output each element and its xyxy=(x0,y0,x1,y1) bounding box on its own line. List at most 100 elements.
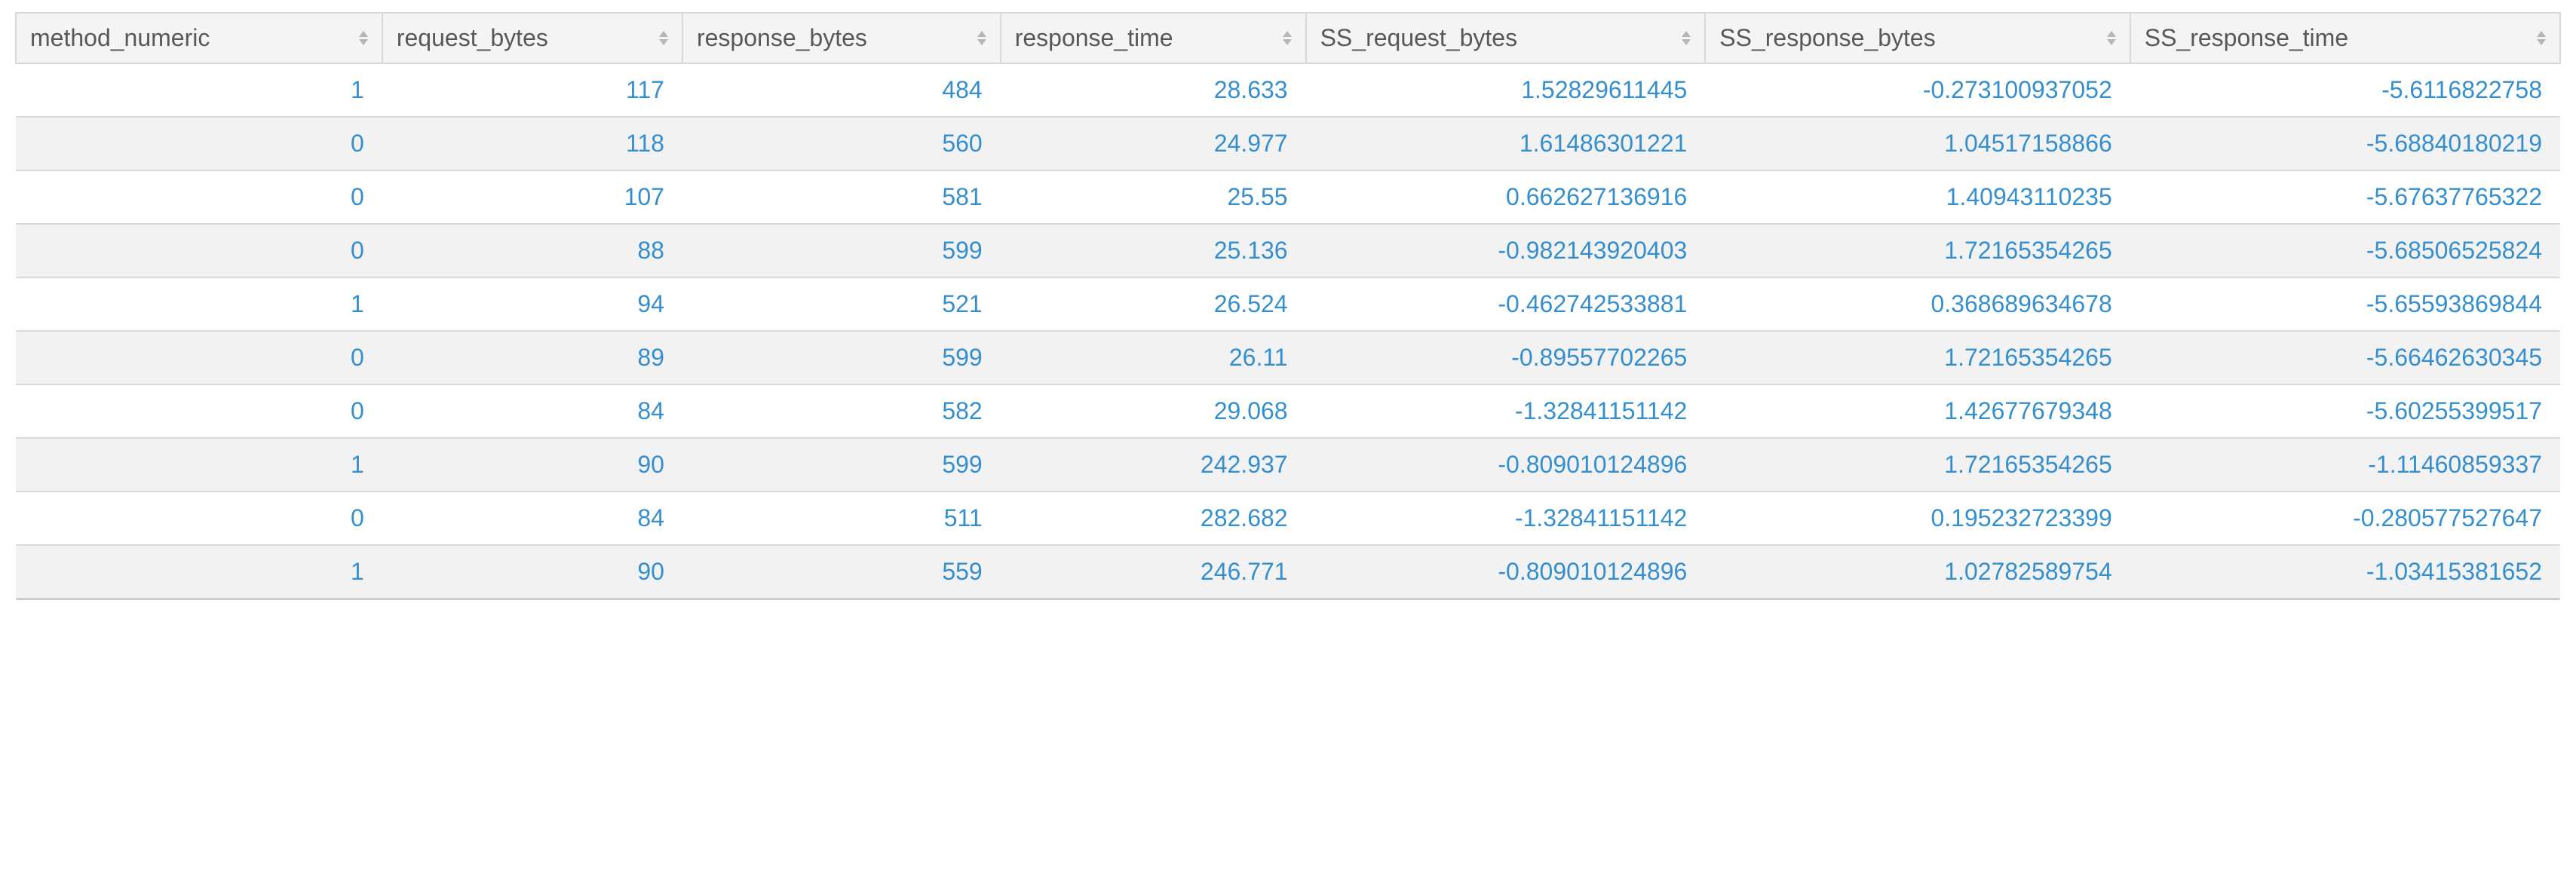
cell-response_bytes: 511 xyxy=(682,492,1001,545)
cell-response_time: 28.633 xyxy=(1001,63,1306,117)
cell-SS_response_bytes: 0.195232723399 xyxy=(1705,492,2130,545)
cell-request_bytes: 88 xyxy=(382,224,682,277)
cell-method_numeric: 0 xyxy=(16,331,382,384)
table-row: 190559246.771-0.8090101248961.0278258975… xyxy=(16,545,2560,599)
cell-response_time: 242.937 xyxy=(1001,438,1306,492)
cell-response_bytes: 581 xyxy=(682,170,1001,224)
column-header-label: SS_response_bytes xyxy=(1719,24,1935,52)
cell-SS_response_bytes: 1.42677679348 xyxy=(1705,384,2130,438)
cell-SS_response_time: -5.65593869844 xyxy=(2130,277,2560,331)
cell-request_bytes: 118 xyxy=(382,117,682,170)
cell-SS_request_bytes: -0.982143920403 xyxy=(1306,224,1706,277)
sort-icon xyxy=(2107,31,2116,45)
cell-request_bytes: 84 xyxy=(382,492,682,545)
cell-response_bytes: 484 xyxy=(682,63,1001,117)
sort-icon xyxy=(2537,31,2546,45)
cell-method_numeric: 0 xyxy=(16,117,382,170)
cell-SS_response_time: -1.03415381652 xyxy=(2130,545,2560,599)
cell-request_bytes: 89 xyxy=(382,331,682,384)
cell-SS_response_bytes: 1.04517158866 xyxy=(1705,117,2130,170)
cell-response_bytes: 521 xyxy=(682,277,1001,331)
cell-SS_response_bytes: 1.72165354265 xyxy=(1705,331,2130,384)
cell-method_numeric: 0 xyxy=(16,170,382,224)
cell-response_time: 25.136 xyxy=(1001,224,1306,277)
cell-response_bytes: 599 xyxy=(682,224,1001,277)
cell-SS_response_time: -5.68506525824 xyxy=(2130,224,2560,277)
cell-SS_response_bytes: 0.368689634678 xyxy=(1705,277,2130,331)
table-row: 084511282.682-1.328411511420.19523272339… xyxy=(16,492,2560,545)
cell-request_bytes: 90 xyxy=(382,438,682,492)
cell-SS_response_time: -5.6116822758 xyxy=(2130,63,2560,117)
table-body: 111748428.6331.52829611445-0.27310093705… xyxy=(16,63,2560,599)
column-header-SS_request_bytes[interactable]: SS_request_bytes xyxy=(1306,13,1706,63)
cell-request_bytes: 90 xyxy=(382,545,682,599)
cell-response_time: 246.771 xyxy=(1001,545,1306,599)
cell-method_numeric: 0 xyxy=(16,384,382,438)
cell-SS_request_bytes: 0.662627136916 xyxy=(1306,170,1706,224)
cell-SS_request_bytes: -0.809010124896 xyxy=(1306,545,1706,599)
column-header-label: response_time xyxy=(1015,24,1173,52)
cell-response_time: 29.068 xyxy=(1001,384,1306,438)
cell-SS_response_bytes: 1.02782589754 xyxy=(1705,545,2130,599)
sort-icon xyxy=(1682,31,1691,45)
cell-response_time: 26.11 xyxy=(1001,331,1306,384)
cell-SS_response_time: -5.60255399517 xyxy=(2130,384,2560,438)
cell-SS_request_bytes: 1.61486301221 xyxy=(1306,117,1706,170)
column-header-label: request_bytes xyxy=(397,24,548,52)
cell-method_numeric: 1 xyxy=(16,438,382,492)
column-header-SS_response_time[interactable]: SS_response_time xyxy=(2130,13,2560,63)
cell-request_bytes: 107 xyxy=(382,170,682,224)
cell-method_numeric: 1 xyxy=(16,545,382,599)
column-header-request_bytes[interactable]: request_bytes xyxy=(382,13,682,63)
cell-method_numeric: 1 xyxy=(16,63,382,117)
sort-icon xyxy=(977,31,986,45)
sort-icon xyxy=(659,31,668,45)
cell-request_bytes: 94 xyxy=(382,277,682,331)
column-header-SS_response_bytes[interactable]: SS_response_bytes xyxy=(1705,13,2130,63)
cell-method_numeric: 0 xyxy=(16,492,382,545)
cell-SS_response_bytes: -0.273100937052 xyxy=(1705,63,2130,117)
cell-response_time: 26.524 xyxy=(1001,277,1306,331)
cell-SS_response_time: -5.68840180219 xyxy=(2130,117,2560,170)
table-row: 010758125.550.6626271369161.40943110235-… xyxy=(16,170,2560,224)
sort-icon xyxy=(359,31,368,45)
cell-response_bytes: 599 xyxy=(682,438,1001,492)
cell-SS_response_time: -5.66462630345 xyxy=(2130,331,2560,384)
cell-response_bytes: 560 xyxy=(682,117,1001,170)
cell-SS_response_time: -5.67637765322 xyxy=(2130,170,2560,224)
data-table: method_numeric request_bytes response_byte… xyxy=(15,12,2561,600)
cell-SS_response_bytes: 1.40943110235 xyxy=(1705,170,2130,224)
column-header-method_numeric[interactable]: method_numeric xyxy=(16,13,382,63)
cell-response_bytes: 599 xyxy=(682,331,1001,384)
cell-response_bytes: 559 xyxy=(682,545,1001,599)
sort-icon xyxy=(1283,31,1292,45)
cell-SS_request_bytes: -0.462742533881 xyxy=(1306,277,1706,331)
cell-SS_response_bytes: 1.72165354265 xyxy=(1705,224,2130,277)
column-header-label: SS_response_time xyxy=(2145,24,2348,52)
cell-SS_response_time: -1.11460859337 xyxy=(2130,438,2560,492)
cell-SS_request_bytes: -0.89557702265 xyxy=(1306,331,1706,384)
column-header-label: method_numeric xyxy=(30,24,210,52)
cell-response_time: 24.977 xyxy=(1001,117,1306,170)
table-row: 08859925.136-0.9821439204031.72165354265… xyxy=(16,224,2560,277)
column-header-label: response_bytes xyxy=(697,24,867,52)
table-row: 011856024.9771.614863012211.04517158866-… xyxy=(16,117,2560,170)
cell-response_time: 25.55 xyxy=(1001,170,1306,224)
cell-SS_request_bytes: 1.52829611445 xyxy=(1306,63,1706,117)
cell-SS_request_bytes: -0.809010124896 xyxy=(1306,438,1706,492)
cell-request_bytes: 84 xyxy=(382,384,682,438)
cell-response_bytes: 582 xyxy=(682,384,1001,438)
table-row: 08959926.11-0.895577022651.72165354265-5… xyxy=(16,331,2560,384)
cell-method_numeric: 1 xyxy=(16,277,382,331)
column-header-response_bytes[interactable]: response_bytes xyxy=(682,13,1001,63)
column-header-response_time[interactable]: response_time xyxy=(1001,13,1306,63)
cell-SS_response_time: -0.280577527647 xyxy=(2130,492,2560,545)
table-header: method_numeric request_bytes response_byte… xyxy=(16,13,2560,63)
cell-response_time: 282.682 xyxy=(1001,492,1306,545)
table-row: 111748428.6331.52829611445-0.27310093705… xyxy=(16,63,2560,117)
cell-SS_response_bytes: 1.72165354265 xyxy=(1705,438,2130,492)
cell-method_numeric: 0 xyxy=(16,224,382,277)
cell-SS_request_bytes: -1.32841151142 xyxy=(1306,384,1706,438)
cell-request_bytes: 117 xyxy=(382,63,682,117)
cell-SS_request_bytes: -1.32841151142 xyxy=(1306,492,1706,545)
